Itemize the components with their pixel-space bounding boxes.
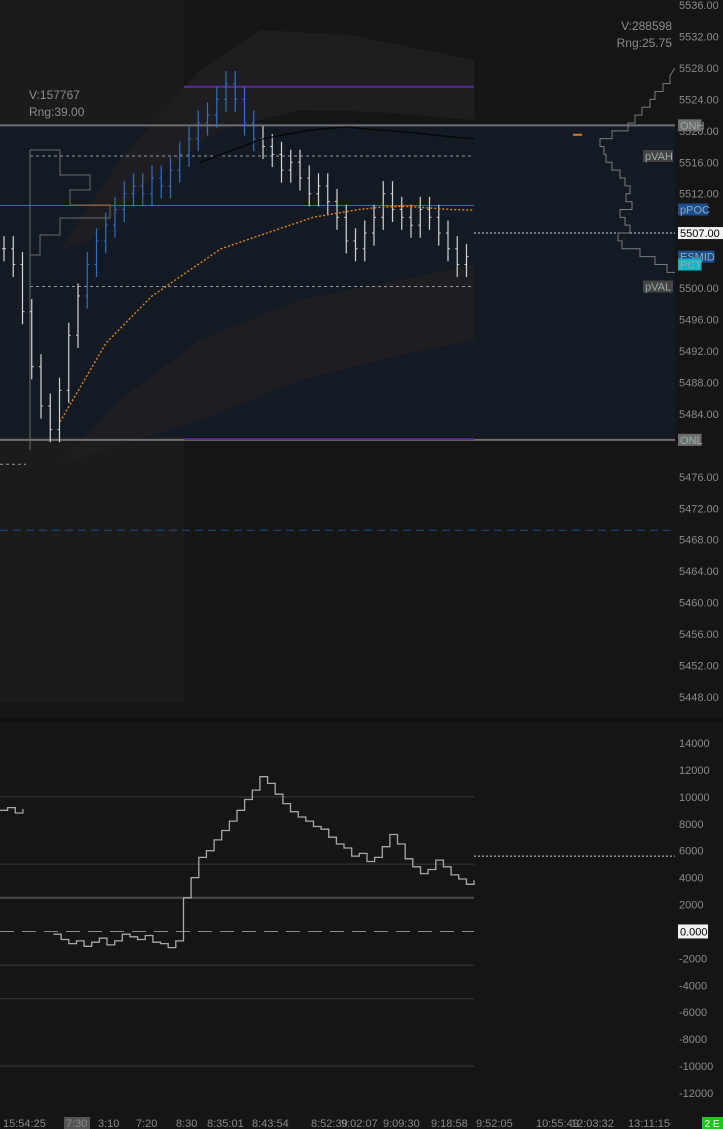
time-tick-label: 7:20 bbox=[136, 1118, 157, 1129]
price-tick-label: 5512.00 bbox=[679, 189, 719, 201]
time-tick-label: 8:35:01 bbox=[207, 1118, 244, 1129]
price-tick-label: 5452.00 bbox=[679, 661, 719, 673]
level-tag-ppoc: pPOC bbox=[680, 204, 710, 216]
oscillator-line bbox=[0, 776, 475, 949]
osc-tick-label: 14000 bbox=[679, 738, 710, 750]
chart-canvas: 5536.005532.005528.005524.005520.005516.… bbox=[0, 0, 723, 1129]
price-tick-label: 5460.00 bbox=[679, 598, 719, 610]
price-tick-label: 5536.00 bbox=[679, 0, 719, 12]
price-tick-label: 5516.00 bbox=[679, 157, 719, 169]
price-tick-label: 5528.00 bbox=[679, 63, 719, 75]
osc-tick-label: 12000 bbox=[679, 765, 710, 777]
time-tick-label: 9:52:05 bbox=[476, 1118, 513, 1129]
svg-text:2 E: 2 E bbox=[704, 1119, 719, 1129]
osc-tick-label: -12000 bbox=[679, 1088, 713, 1100]
osc-tick-label: -2000 bbox=[679, 953, 707, 965]
time-tick-label: 8:43:54 bbox=[252, 1118, 289, 1129]
time-tick-label: 13:11:15 bbox=[628, 1118, 670, 1129]
osc-tick-label: -4000 bbox=[679, 980, 707, 992]
time-tick-label: 8:30 bbox=[176, 1118, 197, 1129]
time-tick-label: 9:02:07 bbox=[341, 1118, 378, 1129]
time-tick-label: 15:54:25 bbox=[3, 1118, 46, 1129]
right-session-range: Rng:25.75 bbox=[617, 36, 673, 50]
time-tick-label: 12:03:32 bbox=[571, 1118, 614, 1129]
background-layer bbox=[0, 0, 723, 722]
osc-tick-label: 8000 bbox=[679, 819, 703, 831]
price-tick-label: 5484.00 bbox=[679, 409, 719, 421]
osc-tick-label: 10000 bbox=[679, 792, 710, 804]
price-tick-label: 5456.00 bbox=[679, 629, 719, 641]
price-tick-label: 5448.00 bbox=[679, 692, 719, 704]
price-tick-label: 5468.00 bbox=[679, 535, 719, 547]
time-tick-label: 7:30 bbox=[66, 1118, 87, 1129]
time-tick-label: 3:10 bbox=[98, 1118, 119, 1129]
level-tag-onh: ONH bbox=[680, 120, 705, 132]
status-badge: 2 E bbox=[702, 1117, 723, 1129]
oscillator-panel[interactable] bbox=[0, 776, 675, 1067]
time-tick-label: 9:09:30 bbox=[383, 1118, 420, 1129]
price-tick-label: 5476.00 bbox=[679, 472, 719, 484]
price-tick-label: 5500.00 bbox=[679, 283, 719, 295]
level-tag-pct: PCT bbox=[680, 260, 702, 272]
left-session-volume: V:157767 bbox=[29, 88, 80, 102]
left-session-range: Rng:39.00 bbox=[29, 105, 85, 119]
osc-zero-label: 0.000 bbox=[680, 926, 708, 938]
osc-tick-label: -6000 bbox=[679, 1007, 707, 1019]
price-tick-label: 5524.00 bbox=[679, 94, 719, 106]
time-tick-label: 9:18:58 bbox=[431, 1118, 468, 1129]
overnight-range-fill bbox=[0, 123, 675, 437]
price-tick-label: 5472.00 bbox=[679, 503, 719, 515]
level-tag-pvah: pVAH bbox=[645, 151, 673, 163]
level-tag-onl: ONL bbox=[680, 435, 703, 447]
osc-tick-label: -10000 bbox=[679, 1061, 713, 1073]
osc-tick-label: 2000 bbox=[679, 900, 703, 912]
osc-tick-label: 4000 bbox=[679, 873, 703, 885]
price-tick-label: 5496.00 bbox=[679, 315, 719, 327]
price-tick-label: 5492.00 bbox=[679, 346, 719, 358]
level-tag-pval: pVAL bbox=[645, 282, 671, 294]
osc-tick-label: -8000 bbox=[679, 1034, 707, 1046]
right-session-volume: V:288598 bbox=[621, 19, 672, 33]
price-tick-label: 5488.00 bbox=[679, 377, 719, 389]
osc-tick-label: 6000 bbox=[679, 846, 703, 858]
level-tag-5507.00: 5507.00 bbox=[680, 228, 720, 240]
price-tick-label: 5464.00 bbox=[679, 566, 719, 578]
price-tick-label: 5532.00 bbox=[679, 31, 719, 43]
